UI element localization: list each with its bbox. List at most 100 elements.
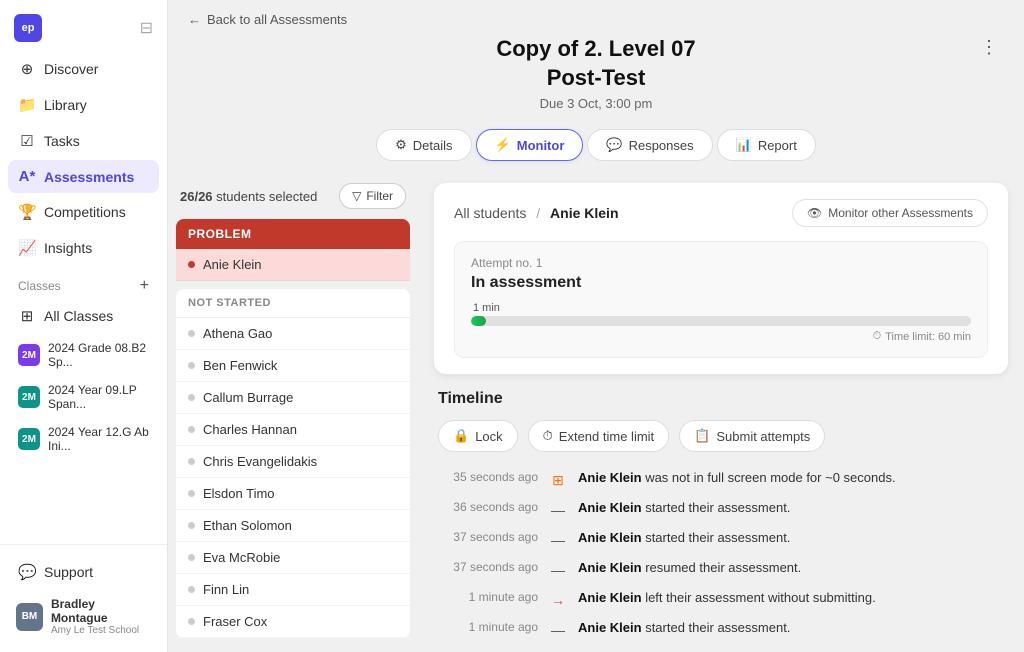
progress-area: 1 min ⏱ Time limit: 60 min <box>471 302 971 343</box>
more-options-button[interactable]: ⋮ <box>974 35 1004 60</box>
student-name: Elsdon Timo <box>203 486 275 501</box>
student-list-item[interactable]: Elsdon Timo <box>176 478 410 510</box>
event-desc: Anie Klein started their assessment. <box>578 500 790 515</box>
timeline-event: 1 minute ago—Anie Klein loaded their ass… <box>438 648 1004 652</box>
student-name: Finn Lin <box>203 582 249 597</box>
sidebar-class-1[interactable]: 2M 2024 Grade 08.B2 Sp... <box>8 335 159 375</box>
sidebar-item-label: Tasks <box>44 133 80 149</box>
tab-report[interactable]: 📊 Report <box>717 129 816 161</box>
breadcrumb: All students / Anie Klein <box>454 205 619 221</box>
class-badge-3: 2M <box>18 428 40 450</box>
lock-icon: 🔒 <box>453 428 469 444</box>
timeline-title: Timeline <box>438 390 1004 408</box>
student-list-item[interactable]: Athena Gao <box>176 318 410 350</box>
attempt-box: Attempt no. 1 In assessment 1 min ⏱ Time… <box>454 241 988 358</box>
sidebar-class-2[interactable]: 2M 2024 Year 09.LP Span... <box>8 377 159 417</box>
timeline-event: 35 seconds ago⊞Anie Klein was not in ful… <box>438 468 1004 492</box>
lock-button[interactable]: 🔒 Lock <box>438 420 518 452</box>
responses-icon: 💬 <box>606 137 622 153</box>
submit-attempts-button[interactable]: 📋 Submit attempts <box>679 420 825 452</box>
user-avatar: BM <box>16 603 43 631</box>
support-icon: 💬 <box>18 563 36 581</box>
sidebar-item-all-classes[interactable]: ⊞ All Classes <box>8 299 159 333</box>
breadcrumb-current: Anie Klein <box>550 205 618 221</box>
sidebar-item-discover[interactable]: ⊕ Discover <box>8 52 159 86</box>
sidebar-class-3[interactable]: 2M 2024 Year 12.G Ab Ini... <box>8 419 159 459</box>
not-started-dot <box>188 522 195 529</box>
classes-section: Classes + <box>8 267 159 299</box>
event-time: 37 seconds ago <box>438 560 538 574</box>
event-desc: Anie Klein resumed their assessment. <box>578 560 801 575</box>
event-time: 36 seconds ago <box>438 500 538 514</box>
event-icon: — <box>548 620 568 640</box>
monitor-other-label: Monitor other Assessments <box>828 206 973 220</box>
event-time: 1 minute ago <box>438 590 538 604</box>
add-class-button[interactable]: + <box>140 277 149 295</box>
extend-time-button[interactable]: ⏱ Extend time limit <box>528 420 670 452</box>
filter-button[interactable]: ▽ Filter <box>339 183 406 209</box>
not-started-dot <box>188 554 195 561</box>
student-name: Fraser Cox <box>203 614 267 629</box>
back-label: Back to all Assessments <box>207 12 347 27</box>
competitions-icon: 🏆 <box>18 203 36 221</box>
student-list-item[interactable]: Ethan Solomon <box>176 510 410 542</box>
sidebar-item-tasks[interactable]: ☑ Tasks <box>8 124 159 158</box>
student-list-item[interactable]: Fraser Cox <box>176 606 410 638</box>
page-due-date: Due 3 Oct, 3:00 pm <box>188 96 1004 111</box>
class-label-2: 2024 Year 09.LP Span... <box>48 383 149 411</box>
monitor-other-assessments-button[interactable]: 👁 Monitor other Assessments <box>792 199 988 227</box>
class-badge-2: 2M <box>18 386 40 408</box>
all-classes-icon: ⊞ <box>18 307 36 325</box>
timeline-actions: 🔒 Lock ⏱ Extend time limit 📋 Submit atte… <box>438 420 1004 452</box>
main-content: ← Back to all Assessments Copy of 2. Lev… <box>168 0 1024 652</box>
sidebar-bottom: 💬 Support BM Bradley Montague Amy Le Tes… <box>0 544 167 652</box>
class-badge-1: 2M <box>18 344 40 366</box>
sidebar-item-competitions[interactable]: 🏆 Competitions <box>8 195 159 229</box>
tab-monitor[interactable]: ⚡ Monitor <box>476 129 584 161</box>
tab-details[interactable]: ⚙ Details <box>376 129 471 161</box>
student-name: Callum Burrage <box>203 390 293 405</box>
student-name: Athena Gao <box>203 326 272 341</box>
student-list-item[interactable]: Finn Lin <box>176 574 410 606</box>
tasks-icon: ☑ <box>18 132 36 150</box>
student-name: Charles Hannan <box>203 422 297 437</box>
tabs-bar: ⚙ Details ⚡ Monitor 💬 Responses 📊 Report <box>168 121 1024 171</box>
sidebar-toggle[interactable]: ⊟ <box>140 18 153 38</box>
sidebar-item-label: Insights <box>44 240 92 256</box>
not-started-dot <box>188 362 195 369</box>
student-list-item[interactable]: Eva McRobie <box>176 542 410 574</box>
timeline-section: Timeline 🔒 Lock ⏱ Extend time limit 📋 Su… <box>434 390 1008 652</box>
progress-track <box>471 316 971 326</box>
problem-dot <box>188 261 195 268</box>
breadcrumb-all[interactable]: All students <box>454 205 526 221</box>
sidebar-item-library[interactable]: 📁 Library <box>8 88 159 122</box>
students-count: 26/26 students selected <box>180 189 317 204</box>
insights-icon: 📈 <box>18 239 36 257</box>
student-item-anie-klein[interactable]: Anie Klein <box>176 249 410 281</box>
student-list-item[interactable]: Charles Hannan <box>176 414 410 446</box>
sidebar-item-support[interactable]: 💬 Support <box>8 555 159 589</box>
back-button[interactable]: ← Back to all Assessments <box>188 12 1004 27</box>
sidebar-item-assessments[interactable]: A* Assessments <box>8 160 159 193</box>
not-started-list: Athena Gao Ben Fenwick Callum Burrage Charl… <box>176 318 410 638</box>
attempt-status: In assessment <box>471 274 971 292</box>
timeline-event: 1 minute ago→Anie Klein left their asses… <box>438 588 1004 612</box>
progress-min-label: 1 min <box>471 302 971 314</box>
sidebar-item-label: Competitions <box>44 204 126 220</box>
problem-section: PROBLEM Anie Klein <box>176 219 410 281</box>
tab-responses[interactable]: 💬 Responses <box>587 129 712 161</box>
user-name: Bradley Montague <box>51 597 151 625</box>
student-list-item[interactable]: Chris Evangelidakis <box>176 446 410 478</box>
student-list-item[interactable]: Ben Fenwick <box>176 350 410 382</box>
student-list-item[interactable]: Callum Burrage <box>176 382 410 414</box>
sidebar-item-insights[interactable]: 📈 Insights <box>8 231 159 265</box>
sidebar-item-label: Assessments <box>44 169 134 185</box>
sidebar-item-label: All Classes <box>44 308 113 324</box>
not-started-dot <box>188 458 195 465</box>
sidebar-item-label: Library <box>44 97 87 113</box>
page-title: Copy of 2. Level 07 Post-Test <box>188 35 1004 92</box>
class-label-1: 2024 Grade 08.B2 Sp... <box>48 341 149 369</box>
student-name: Ethan Solomon <box>203 518 292 533</box>
app-logo[interactable]: ep <box>14 14 42 42</box>
report-icon: 📊 <box>736 137 752 153</box>
